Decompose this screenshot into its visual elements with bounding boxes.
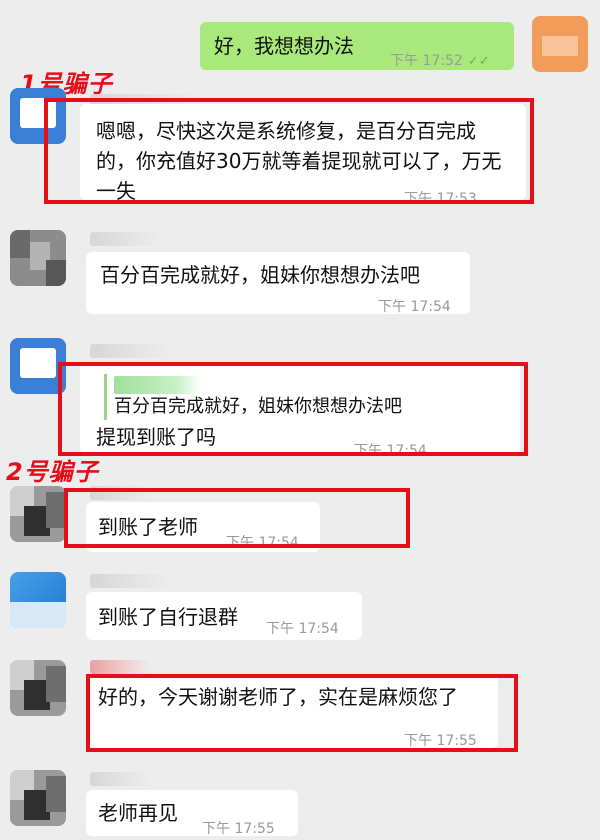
highlight-box-scammer-1-claim [44, 98, 534, 204]
nickname-scammer-2 [90, 772, 150, 786]
nickname-member-b [90, 232, 160, 246]
highlight-box-thanks [86, 674, 518, 752]
message-text: 老师再见 [98, 801, 178, 825]
message-bubble-self[interactable]: 好，我想想办法 下午 17:52 ✓✓ [200, 22, 514, 70]
avatar-member-b[interactable] [10, 230, 66, 286]
chat-screen: 好，我想想办法 下午 17:52 ✓✓ 1号骗子 嗯嗯，尽快这次是系统修复，是百分… [0, 0, 600, 840]
message-text: 百分百完成就好，姐妹你想想办法吧 [100, 263, 420, 287]
avatar-self[interactable] [532, 16, 588, 72]
nickname-scammer-2 [90, 660, 150, 674]
avatar-scammer-2-last[interactable] [10, 770, 66, 826]
message-bubble-member-b[interactable]: 百分百完成就好，姐妹你想想办法吧 下午 17:54 [86, 252, 470, 315]
message-text: 到账了自行退群 [98, 605, 238, 629]
avatar-scammer-2[interactable] [10, 486, 66, 542]
double-check-icon: ✓✓ [467, 54, 490, 69]
avatar-member-c[interactable] [10, 572, 66, 628]
message-time: 下午 17:52 ✓✓ [390, 46, 490, 77]
message-time: 下午 17:54 [266, 621, 339, 637]
message-bubble-goodbye[interactable]: 老师再见 下午 17:55 [86, 790, 298, 837]
message-bubble-member-c[interactable]: 到账了自行退群 下午 17:54 [86, 592, 362, 640]
nickname-scammer-1 [90, 344, 170, 358]
annotation-scammer-2: 2号骗子 [6, 458, 99, 486]
avatar-scammer-2-repeat[interactable] [10, 660, 66, 716]
highlight-box-withdraw-question [58, 362, 528, 456]
highlight-box-received [64, 488, 410, 548]
message-text: 好，我想想办法 [214, 34, 354, 58]
message-time: 下午 17:54 [378, 299, 451, 315]
message-time: 下午 17:55 [202, 821, 275, 837]
nickname-member-c [90, 574, 170, 588]
message-time-text: 下午 17:52 [390, 53, 463, 69]
